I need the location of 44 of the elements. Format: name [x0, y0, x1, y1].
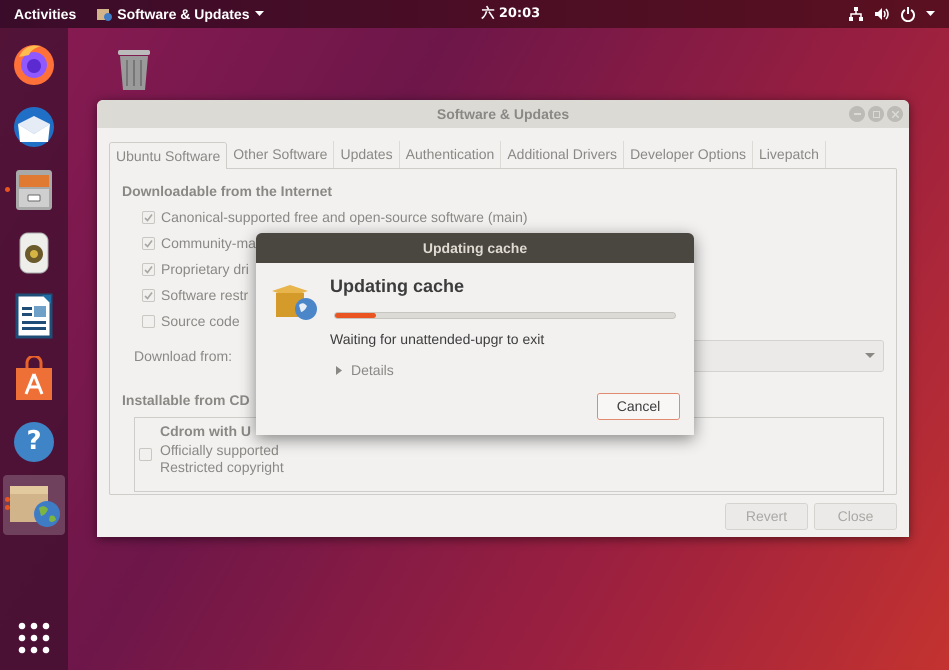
tab[interactable]: Ubuntu Software [109, 142, 228, 169]
collapsed-arrow-icon [336, 366, 342, 375]
tab[interactable]: Additional Drivers [501, 141, 624, 168]
section-heading: Installable from CD [122, 391, 250, 410]
checkbox-label: Proprietary dri [161, 260, 249, 279]
cd-detail: Restricted copyright [160, 459, 284, 476]
checkbox-label: Canonical-supported free and open-source software (main) [161, 208, 528, 227]
activities-button[interactable]: Activities [14, 4, 76, 24]
checkmark-icon [144, 290, 153, 300]
dialog-heading: Updating cache [330, 275, 466, 298]
checkbox-label: Software restr [161, 286, 248, 304]
dropdown-arrow-icon [865, 353, 875, 359]
checkmark-icon [144, 238, 153, 248]
power-icon[interactable] [900, 6, 916, 22]
close-icon [892, 110, 898, 118]
field-label: Download from: [134, 346, 234, 366]
checkmark-icon [144, 264, 153, 274]
caret-icon[interactable] [926, 11, 935, 17]
cd-detail: Officially supported [160, 442, 280, 459]
tab[interactable]: Authentication [400, 141, 502, 168]
checkbox-label: Source code [161, 312, 240, 330]
checkmark-icon [144, 212, 153, 222]
cancel-button[interactable]: Cancel [597, 393, 680, 420]
tab[interactable]: Livepatch [753, 141, 826, 168]
dialog-title: Updating cache [422, 238, 528, 258]
document-icon [14, 292, 54, 338]
checkbox-label: Community-ma [161, 234, 256, 253]
clock[interactable]: 六 20:03 [481, 4, 540, 24]
help-icon: ? [14, 422, 54, 462]
caret-icon [254, 11, 264, 17]
volume-icon[interactable] [874, 6, 890, 22]
network-icon[interactable] [848, 6, 864, 22]
cd-title: Cdrom with U [160, 422, 252, 441]
details-expander[interactable]: Details [330, 360, 394, 381]
app-menu[interactable]: Software & Updates [96, 4, 264, 24]
app-grid-icon[interactable] [18, 622, 50, 654]
tab[interactable]: Updates [334, 141, 400, 168]
section-heading: Downloadable from the Internet [122, 182, 332, 201]
dock-item[interactable]: ? [3, 412, 65, 472]
status-text: Waiting for unattended-upgr to exit [330, 330, 546, 349]
tab[interactable]: Developer Options [624, 141, 754, 168]
tab[interactable]: Other Software [227, 141, 334, 168]
window-title: Software & Updates [436, 104, 570, 124]
package-icon [96, 6, 112, 22]
